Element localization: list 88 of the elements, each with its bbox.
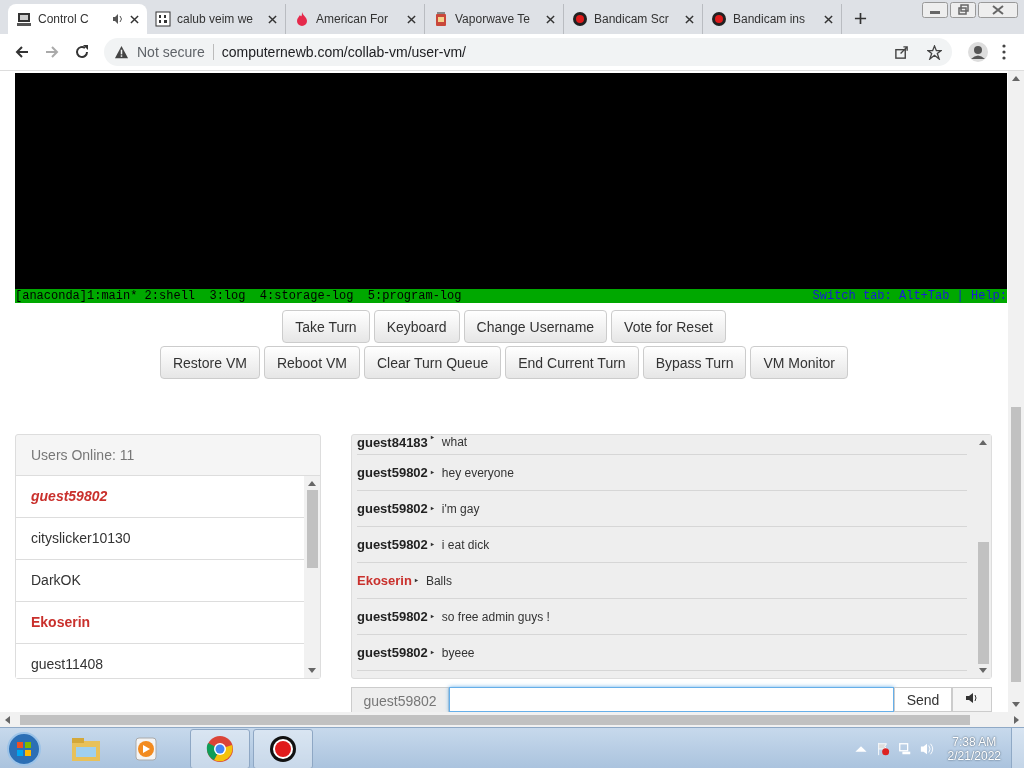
taskbar-button[interactable] [253,729,313,768]
pointer-icon [429,614,435,619]
address-bar[interactable]: Not secure computernewb.com/collab-vm/user-vm/ [104,38,952,66]
url-text: computernewb.com/collab-vm/user-vm/ [221,44,466,60]
chat-message: what [441,435,468,449]
security-label: Not secure [137,44,205,60]
send-button[interactable]: Send [894,687,952,712]
scroll-down-icon[interactable] [979,668,987,674]
chat-message: i eat dick [441,537,490,552]
chat-message: so free admin guys ! [441,609,550,624]
scroll-up-icon[interactable] [308,480,316,486]
browser-tab[interactable]: Bandicam Scr [564,4,703,34]
scroll-left-icon[interactable] [4,715,10,724]
browser-tab[interactable]: calub veim we [147,4,286,34]
pointer-icon [429,506,435,511]
close-icon[interactable] [685,14,694,24]
volume-button[interactable] [952,687,992,712]
jar-icon [433,11,449,27]
chat-message: hey everyone [441,465,514,480]
reload-icon[interactable] [74,44,90,60]
menu-icon[interactable] [1002,44,1006,60]
browser-tab[interactable]: Control C [8,4,147,34]
chat-username: guest59802 [357,609,428,624]
close-icon[interactable] [268,14,277,24]
browser-tab[interactable]: American For [286,4,425,34]
new-tab-icon[interactable] [854,12,867,25]
speaker-icon [965,692,979,704]
scroll-up-icon[interactable] [1012,75,1020,81]
grid-icon [155,11,171,27]
flag-icon[interactable] [875,742,890,756]
vm-button[interactable]: Change Username [463,310,608,343]
clock-time: 7:38 AM [952,735,997,749]
chat-username: guest59802 [357,465,428,480]
scroll-down-icon[interactable] [1012,702,1020,708]
close-icon[interactable] [546,14,555,24]
chat-input[interactable] [449,687,894,712]
vm-button[interactable]: Vote for Reset [611,310,726,343]
record-icon [572,11,588,27]
close-icon[interactable] [407,14,416,24]
record-icon [711,11,727,27]
pointer-icon [429,435,435,440]
vm-button[interactable]: Reboot VM [263,346,360,379]
profile-icon[interactable] [968,42,988,62]
flame-icon [294,11,310,27]
share-icon[interactable] [894,44,909,60]
vm-button[interactable]: Bypass Turn [642,346,747,379]
username-label: guest59802 [351,687,449,712]
scroll-up-icon[interactable] [979,439,987,445]
warning-icon [114,44,129,60]
vm-button[interactable]: Clear Turn Queue [363,346,502,379]
computer-icon [16,11,32,27]
close-icon[interactable] [130,14,139,24]
pointer-icon [429,650,435,655]
pointer-icon [429,542,435,547]
back-icon[interactable] [14,44,30,60]
scrollbar[interactable] [304,476,320,678]
chat-username: guest59802 [357,645,428,660]
pointer-icon [413,578,419,583]
vm-button[interactable]: Keyboard [373,310,460,343]
scroll-right-icon[interactable] [1014,715,1020,724]
chat-message: Balls [425,573,452,588]
terminal-help: Switch tab: Alt+Tab | Help: [812,289,1007,303]
pointer-icon [429,470,435,475]
scrollbar[interactable] [975,435,991,678]
scroll-down-icon[interactable] [308,668,316,674]
chat-username: Ekoserin [357,573,412,588]
vm-button[interactable]: Take Turn [282,310,370,343]
close-icon[interactable] [824,14,833,24]
vm-button[interactable]: Restore VM [159,346,260,379]
minimize-icon[interactable] [922,2,948,18]
browser-icon [206,735,234,763]
browser-tab[interactable]: Bandicam ins [703,4,842,34]
horizontal-scrollbar[interactable] [0,712,1024,727]
start-button[interactable] [6,731,42,767]
clock-date: 2/21/2022 [947,749,1001,763]
restore-icon[interactable] [950,2,976,18]
browser-tab[interactable]: Vaporwave Te [425,4,564,34]
vm-button[interactable]: VM Monitor [750,346,849,379]
chat-username: guest59802 [357,501,428,516]
star-icon[interactable] [927,44,942,60]
terminal-tabs: [anaconda]1:main* 2:shell 3:log 4:storage-log 5:program-log [15,289,462,303]
chat-username: guest59802 [357,537,428,552]
vm-button[interactable]: End Current Turn [505,346,639,379]
chat-message: i'm gay [441,501,480,516]
page-scrollbar[interactable] [1008,71,1024,712]
chat-message: byeee [441,645,475,660]
record-icon [269,735,297,763]
chat-username: guest84183 [357,435,428,450]
